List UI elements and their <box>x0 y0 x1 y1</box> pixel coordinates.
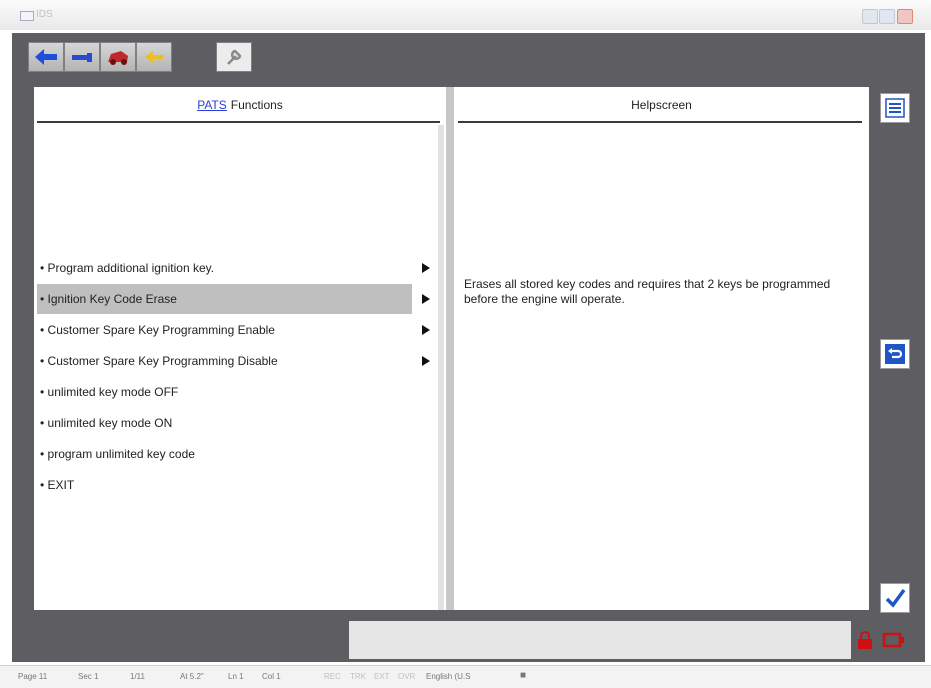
status-ovr: OVR <box>398 672 416 681</box>
undo-button[interactable] <box>880 339 910 369</box>
menu-item-unlimited-key-on[interactable]: • unlimited key mode ON <box>37 408 412 438</box>
submenu-arrow-icon <box>422 325 430 335</box>
help-header: Helpscreen <box>631 98 692 112</box>
window-title: IDS <box>36 9 53 20</box>
header-divider <box>37 121 440 123</box>
vehicle-button[interactable] <box>100 42 136 72</box>
menu-item-spare-key-enable[interactable]: • Customer Spare Key Programming Enable <box>37 315 412 345</box>
padlock-icon <box>858 631 872 649</box>
menu-item-spare-key-disable[interactable]: • Customer Spare Key Programming Disable <box>37 346 412 376</box>
pats-link[interactable]: PATS <box>197 98 227 112</box>
return-button[interactable] <box>136 42 172 72</box>
maximize-button[interactable] <box>879 9 895 24</box>
scrollbar[interactable] <box>438 125 444 610</box>
status-language: English (U.S <box>426 672 471 681</box>
cable-button[interactable] <box>64 42 100 72</box>
menu-item-exit[interactable]: • EXIT <box>37 470 412 500</box>
submenu-arrow-icon <box>422 263 430 273</box>
help-panel: Helpscreen Erases all stored key codes a… <box>454 87 869 610</box>
menu-item-ignition-key-code-erase[interactable]: • Ignition Key Code Erase <box>37 284 412 314</box>
cable-icon <box>72 53 92 62</box>
back-arrow-icon <box>35 49 57 65</box>
minimize-button[interactable] <box>862 9 878 24</box>
status-section: Sec 1 <box>78 672 99 681</box>
confirm-button[interactable] <box>880 583 910 613</box>
help-text: Erases all stored key codes and requires… <box>464 277 831 306</box>
battery-icon <box>882 632 904 648</box>
menu-item-program-additional-key[interactable]: • Program additional ignition key. <box>37 253 412 283</box>
status-icon: ■ <box>520 670 527 681</box>
checkmark-icon <box>885 588 906 608</box>
status-area <box>349 621 851 659</box>
functions-header: PATS Functions <box>34 87 446 123</box>
submenu-arrow-icon <box>422 294 430 304</box>
menu-item-unlimited-key-off[interactable]: • unlimited key mode OFF <box>37 377 412 407</box>
list-icon <box>885 98 905 118</box>
host-status-bar: Page 11 Sec 1 1/11 At 5.2" Ln 1 Col 1 RE… <box>0 665 931 688</box>
window-icon <box>20 11 34 21</box>
header-divider <box>458 121 862 123</box>
status-page: Page 11 <box>18 672 48 681</box>
status-at: At 5.2" <box>180 672 204 681</box>
close-button[interactable] <box>897 9 913 24</box>
functions-title: Functions <box>230 98 283 112</box>
status-line: Ln 1 <box>228 672 244 681</box>
return-icon <box>885 344 905 364</box>
title-bar: IDS <box>0 0 931 30</box>
wrench-icon <box>227 49 242 65</box>
car-icon <box>108 51 128 65</box>
status-ext: EXT <box>374 672 390 681</box>
status-trk: TRK <box>350 672 366 681</box>
back-button[interactable] <box>28 42 64 72</box>
return-arrow-icon <box>145 51 163 63</box>
bottom-bar <box>12 621 925 662</box>
functions-panel: PATS Functions • Program additional igni… <box>34 87 446 610</box>
status-col: Col 1 <box>262 672 281 681</box>
status-rec: REC <box>324 672 341 681</box>
submenu-arrow-icon <box>422 356 430 366</box>
toolbox-tab[interactable] <box>216 42 252 72</box>
app-window: PATS Functions • Program additional igni… <box>12 33 925 662</box>
status-pages: 1/11 <box>130 672 145 681</box>
panel-divider <box>446 87 454 610</box>
menu-item-program-unlimited-key-code[interactable]: • program unlimited key code <box>37 439 412 469</box>
list-button[interactable] <box>880 93 910 123</box>
